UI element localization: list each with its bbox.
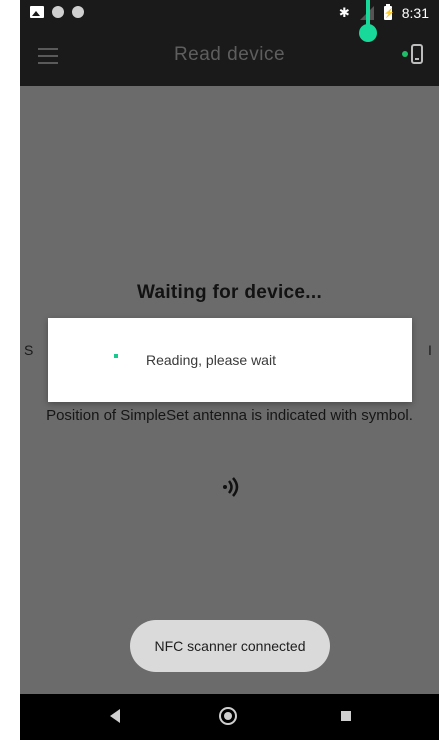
image-notification-icon bbox=[30, 6, 44, 18]
notification-dot-icon bbox=[72, 6, 84, 18]
notification-dot-icon bbox=[52, 6, 64, 18]
navigation-bar bbox=[20, 694, 439, 740]
toast-message: NFC scanner connected bbox=[130, 620, 330, 672]
phone-device-icon bbox=[411, 44, 423, 64]
device-status[interactable] bbox=[402, 44, 423, 64]
touch-indicator-line bbox=[366, 0, 370, 26]
progress-spinner-icon bbox=[114, 354, 118, 358]
system-icons: ✱ 8:31 bbox=[338, 4, 429, 21]
battery-icon bbox=[383, 4, 395, 20]
home-icon[interactable] bbox=[219, 707, 237, 725]
page-title: Read device bbox=[173, 44, 286, 65]
bluetooth-icon: ✱ bbox=[338, 5, 350, 20]
antenna-instruction: Position of SimpleSet antenna is indicat… bbox=[46, 407, 413, 424]
recent-apps-icon[interactable] bbox=[341, 711, 351, 721]
notification-icons bbox=[30, 6, 84, 18]
phone-screen: ✱ 8:31 Read device Waiting for device...… bbox=[20, 0, 439, 740]
status-bar: ✱ 8:31 bbox=[20, 0, 439, 28]
progress-dialog: Reading, please wait bbox=[48, 318, 412, 402]
obscured-text-right: I bbox=[428, 342, 432, 358]
obscured-text-left: S bbox=[24, 342, 34, 358]
back-icon[interactable] bbox=[110, 709, 120, 723]
progress-message: Reading, please wait bbox=[146, 352, 276, 368]
nfc-antenna-icon bbox=[216, 475, 246, 499]
status-time: 8:31 bbox=[401, 5, 429, 21]
touch-indicator-dot bbox=[359, 24, 377, 42]
waiting-title: Waiting for device... bbox=[136, 282, 323, 303]
connection-dot-icon bbox=[402, 51, 408, 57]
